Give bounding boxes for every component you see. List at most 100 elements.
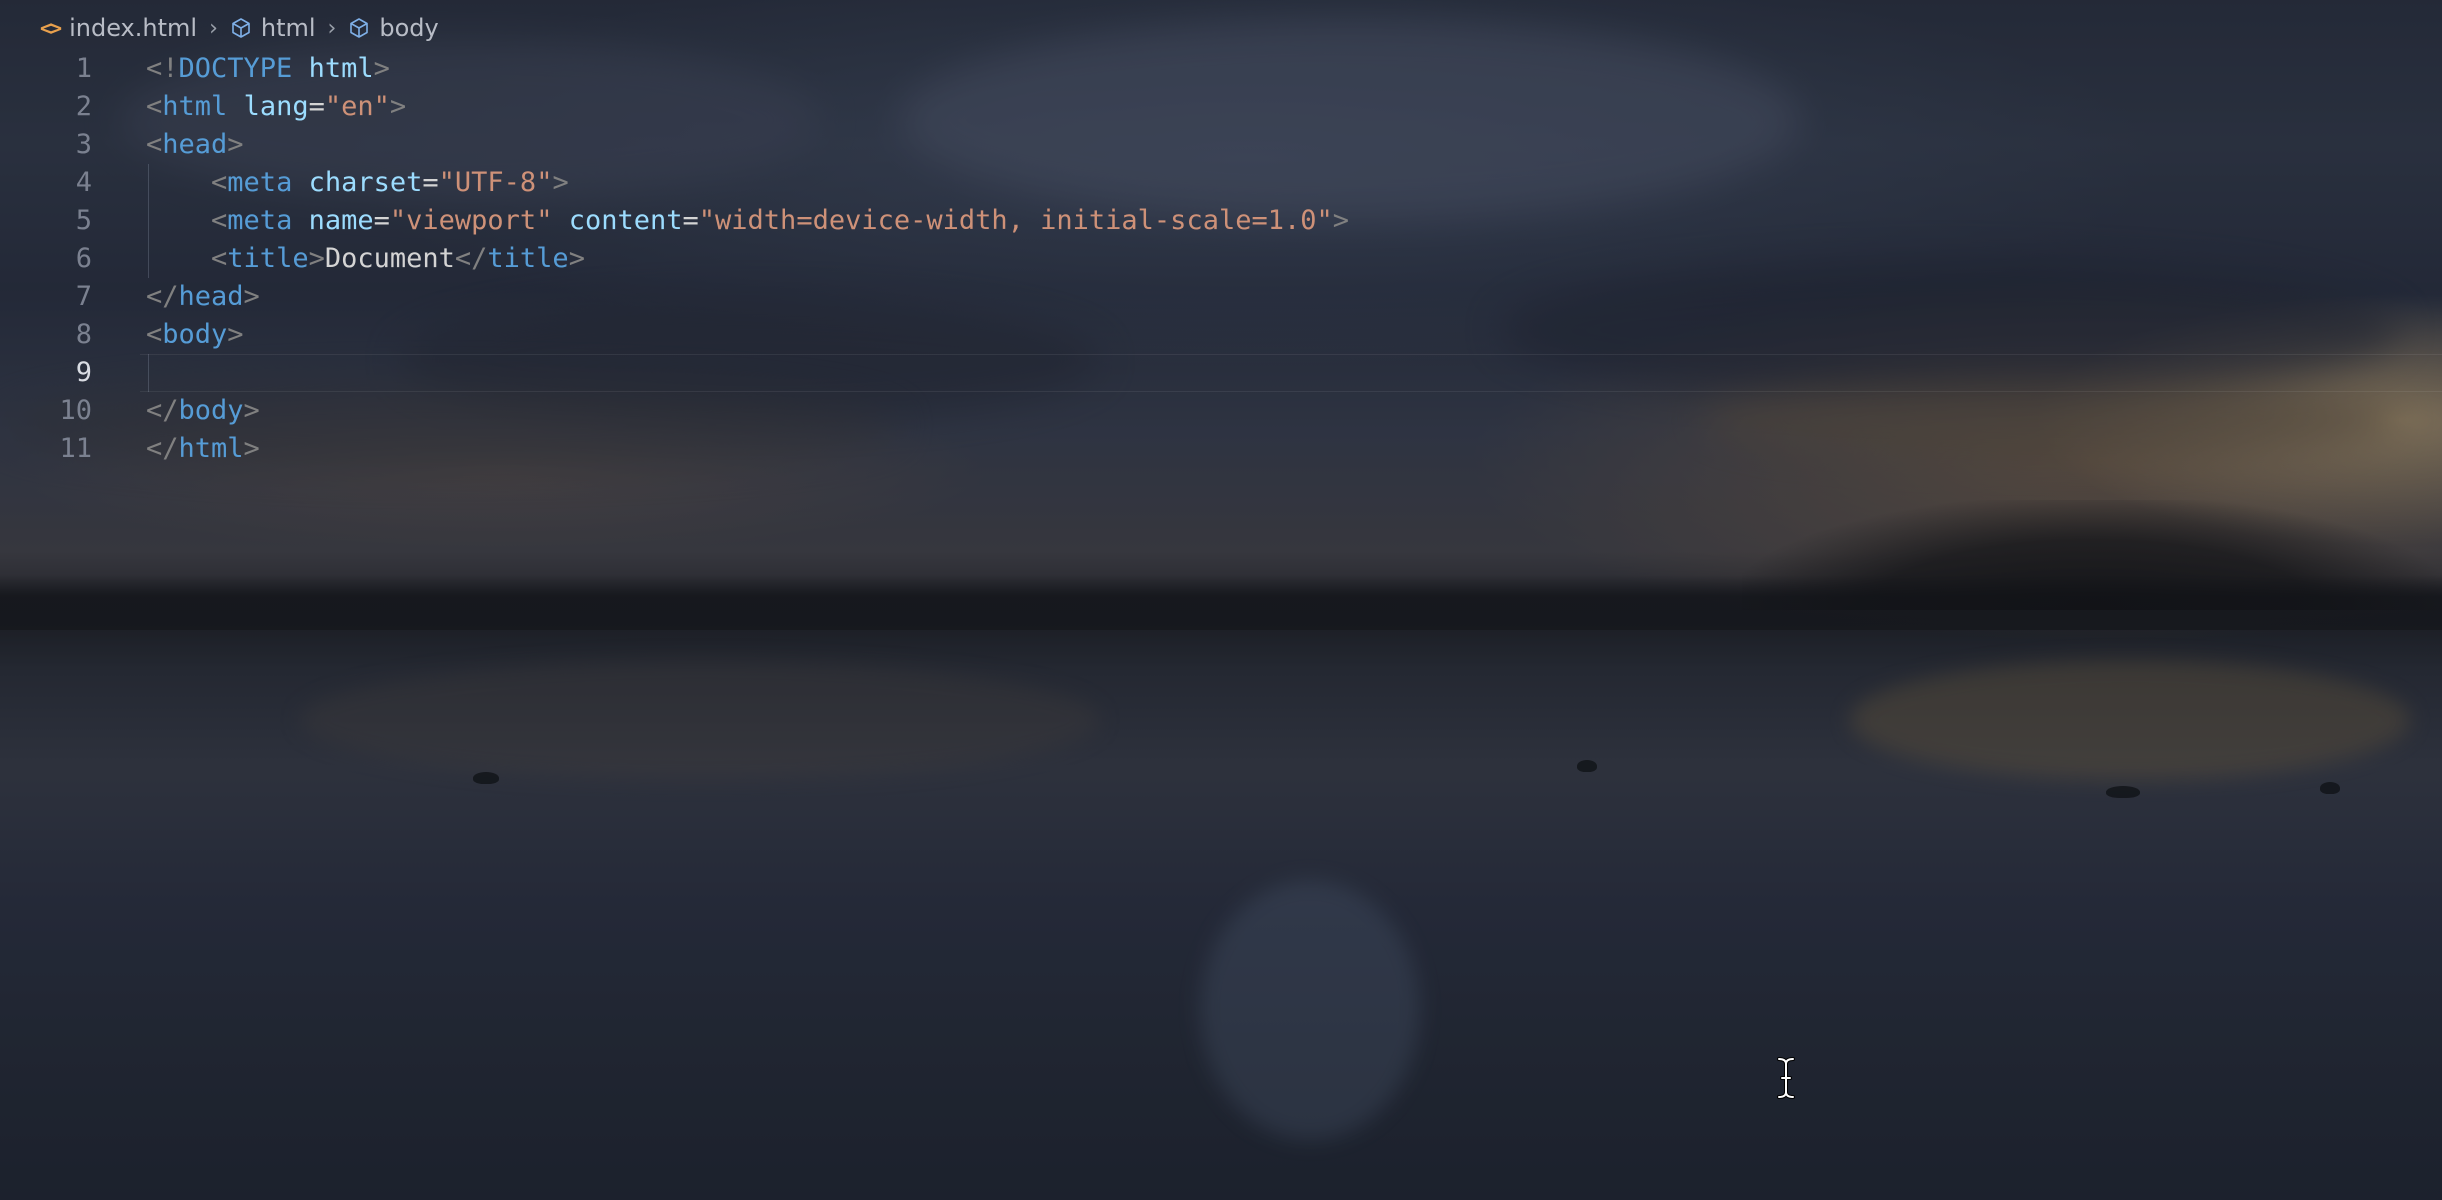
line-number: 10 xyxy=(59,395,92,426)
token-attr: html xyxy=(308,53,374,84)
breadcrumb-item-html[interactable]: html xyxy=(230,14,316,42)
line-number: 1 xyxy=(75,53,92,84)
code-text: <body> xyxy=(146,316,244,354)
token-str: "en" xyxy=(324,91,390,122)
breadcrumb-item-index-html[interactable]: <> index.html xyxy=(40,14,197,42)
line-number: 9 xyxy=(75,357,92,388)
token-tag: html xyxy=(178,433,244,464)
token-bracket: > xyxy=(308,243,325,274)
code-line[interactable]: 7 </head> xyxy=(0,278,2442,316)
token-tag: body xyxy=(162,319,228,350)
token-bracket: > xyxy=(227,129,244,160)
token-bracket: > xyxy=(243,395,260,426)
code-line[interactable]: 2 <html lang="en"> xyxy=(0,88,2442,126)
code-text: <title>Document</title> xyxy=(146,240,585,278)
token-tag: meta xyxy=(227,167,293,198)
token-tag: DOCTYPE xyxy=(178,53,293,84)
line-number: 5 xyxy=(75,205,92,236)
code-line[interactable]: 1 <!DOCTYPE html> xyxy=(0,50,2442,88)
cube-icon xyxy=(348,17,370,39)
token-eq: = xyxy=(308,91,325,122)
breadcrumb-label: index.html xyxy=(69,14,198,42)
token-bracket: > xyxy=(243,433,260,464)
code-line[interactable]: 9 xyxy=(0,354,2442,392)
token-bracket: </ xyxy=(146,395,179,426)
code-line[interactable]: 4 <meta charset="UTF-8"> xyxy=(0,164,2442,202)
token-tag: title xyxy=(227,243,309,274)
line-number: 3 xyxy=(75,129,92,160)
token-tag: html xyxy=(162,91,228,122)
token-str: "viewport" xyxy=(389,205,553,236)
code-line[interactable]: 11 </html> xyxy=(0,430,2442,468)
token-attr: content xyxy=(568,205,683,236)
token-tag: head xyxy=(162,129,228,160)
breadcrumb-label: body xyxy=(379,14,439,42)
line-number: 7 xyxy=(75,281,92,312)
breadcrumb-item-body[interactable]: body xyxy=(348,14,439,42)
code-text: <head> xyxy=(146,126,244,164)
token-attr: lang xyxy=(243,91,309,122)
token-bracket: </ xyxy=(146,281,179,312)
token-attr: charset xyxy=(308,167,423,198)
line-number: 6 xyxy=(75,243,92,274)
token-bracket: <! xyxy=(146,53,179,84)
token-bracket: </ xyxy=(146,433,179,464)
token-str: "UTF-8" xyxy=(438,167,553,198)
token-bracket: > xyxy=(552,167,569,198)
token-tag: body xyxy=(178,395,244,426)
token-eq: = xyxy=(682,205,699,236)
code-text: </html> xyxy=(146,430,260,468)
line-number: 4 xyxy=(75,167,92,198)
code-line[interactable]: 10 </body> xyxy=(0,392,2442,430)
cube-icon xyxy=(230,17,252,39)
token-bracket: < xyxy=(211,243,228,274)
token-bracket: < xyxy=(146,129,163,160)
code-line[interactable]: 6 <title>Document</title> xyxy=(0,240,2442,278)
code-text: </head> xyxy=(146,278,260,316)
token-bracket: </ xyxy=(454,243,488,274)
line-number: 2 xyxy=(75,91,92,122)
token-text: Document xyxy=(324,243,455,274)
chevron-right-icon: › xyxy=(327,15,337,41)
token-bracket: > xyxy=(389,91,407,122)
token-bracket: > xyxy=(1332,205,1350,236)
token-str: "width=device-width, initial-scale=1.0" xyxy=(698,205,1333,236)
line-number: 8 xyxy=(75,319,92,350)
chevron-right-icon: › xyxy=(209,15,218,41)
token-tag: meta xyxy=(227,205,293,236)
code-line[interactable]: 8 <body> xyxy=(0,316,2442,354)
code-text: </body> xyxy=(146,392,260,430)
token-bracket: < xyxy=(146,91,163,122)
token-bracket: > xyxy=(227,319,244,350)
code-text: <meta charset="UTF-8"> xyxy=(146,164,569,202)
token-eq: = xyxy=(422,167,439,198)
code-editor[interactable]: <> index.html › html › body 1 <!DOCTYPE html> 2… xyxy=(0,0,2442,1200)
token-bracket: > xyxy=(243,281,260,312)
token-eq: = xyxy=(373,205,390,236)
text-ibeam-icon xyxy=(1777,1057,1795,1099)
code-text: <!DOCTYPE html> xyxy=(146,50,390,88)
code-text: <html lang="en"> xyxy=(146,88,406,126)
token-bracket: > xyxy=(373,53,390,84)
code-area[interactable]: 1 <!DOCTYPE html> 2 <html lang="en"> 3 <head>… xyxy=(0,50,2442,468)
line-number: 11 xyxy=(59,433,92,464)
code-line[interactable]: 5 <meta name="viewport" content="width=d… xyxy=(0,202,2442,240)
code-text: <meta name="viewport" content="width=dev… xyxy=(146,202,1349,240)
html-file-icon: <> xyxy=(40,16,62,40)
token-bracket: < xyxy=(211,205,228,236)
breadcrumb-label: html xyxy=(260,14,316,42)
token-bracket: < xyxy=(211,167,228,198)
token-bracket: < xyxy=(146,319,163,350)
indent-guide xyxy=(148,354,149,392)
code-line[interactable]: 3 <head> xyxy=(0,126,2442,164)
token-tag: title xyxy=(487,243,569,274)
breadcrumb: <> index.html › html › body xyxy=(40,12,439,44)
